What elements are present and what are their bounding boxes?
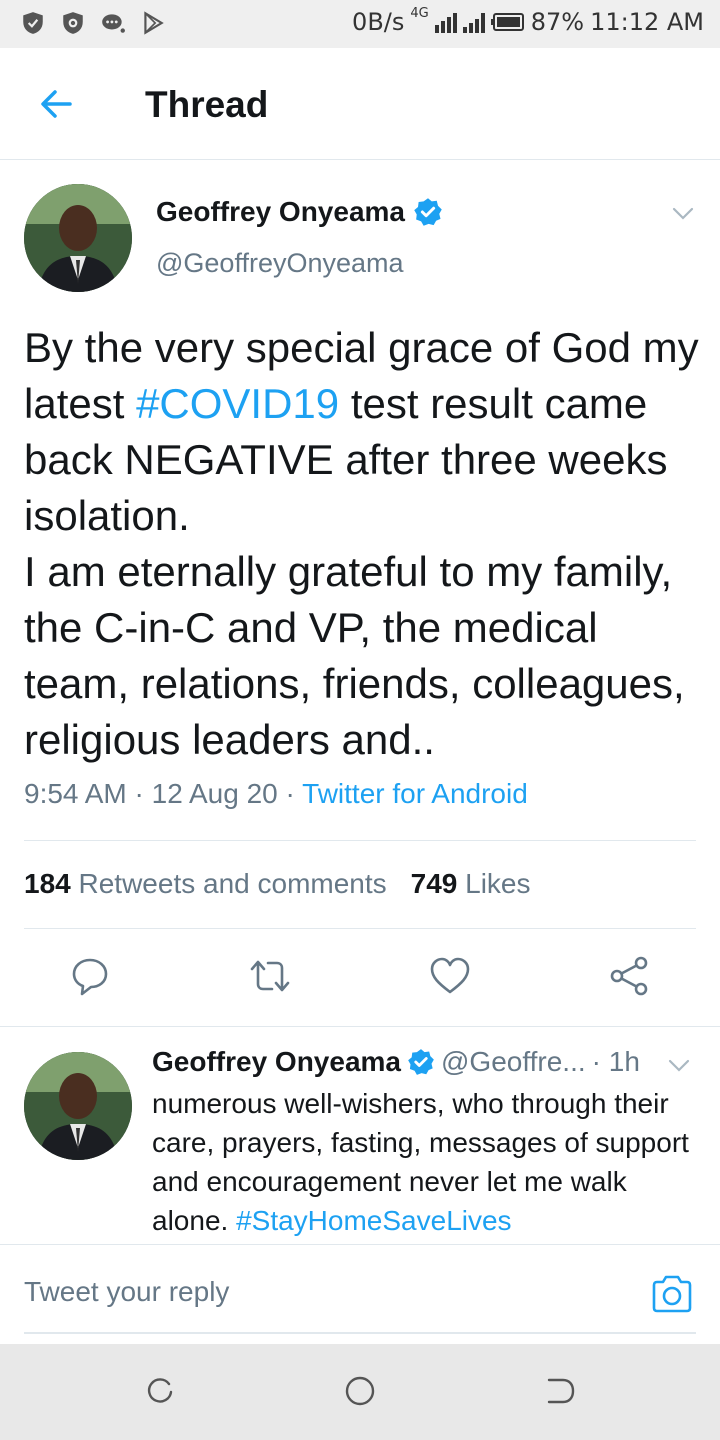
battery-icon (490, 13, 524, 31)
meta-separator: · (277, 778, 303, 809)
camera-icon[interactable] (650, 1272, 694, 1316)
chevron-down-icon[interactable] (666, 1052, 692, 1078)
system-nav-bar (0, 1344, 720, 1440)
tweet-meta: 9:54 AM · 12 Aug 20 · Twitter for Androi… (24, 778, 528, 810)
clock: 11:12 AM (590, 8, 704, 36)
retweet-icon[interactable] (248, 954, 292, 998)
divider (24, 1332, 696, 1334)
likes-stat[interactable]: 749 Likes (411, 868, 531, 900)
author-handle[interactable]: @GeoffreyOnyeama (156, 248, 404, 279)
hashtag-link[interactable]: #StayHomeSaveLives (236, 1205, 511, 1236)
status-bar: 0B/s 4G 87% 11:12 AM (0, 0, 720, 48)
retweets-label: Retweets and comments (78, 868, 387, 899)
divider (24, 840, 696, 841)
signal-icon (434, 11, 457, 33)
reply-text: numerous well-wishers, who through their… (152, 1084, 700, 1240)
chevron-down-icon[interactable] (670, 200, 696, 226)
home-icon[interactable] (343, 1374, 377, 1408)
reply-header: Geoffrey Onyeama @Geoffre... · 1h (152, 1046, 640, 1078)
reply-author-handle[interactable]: @Geoffre... (441, 1046, 586, 1078)
network-speed: 0B/s (352, 8, 405, 36)
play-store-icon (144, 11, 164, 35)
likes-label: Likes (465, 868, 531, 899)
verified-badge-icon (408, 1049, 434, 1075)
tweet-date: 12 Aug 20 (151, 778, 278, 809)
reply-time: · 1h (591, 1046, 640, 1077)
tweet-time: 9:54 AM (24, 778, 127, 809)
back-icon[interactable] (543, 1374, 577, 1408)
tweet-actions (0, 950, 720, 1010)
arrow-left-icon[interactable] (36, 84, 76, 124)
reply-author-name[interactable]: Geoffrey Onyeama (152, 1046, 401, 1078)
tweet-text: By the very special grace of God my late… (24, 320, 704, 768)
thread-header: Thread (0, 48, 720, 160)
status-right: 0B/s 4G 87% 11:12 AM (352, 6, 704, 36)
page-title: Thread (145, 84, 269, 125)
divider (0, 1026, 720, 1027)
shield-icon (23, 12, 43, 34)
likes-count: 749 (410, 868, 458, 899)
network-type: 4G (410, 6, 429, 21)
verified-badge-icon (414, 198, 442, 226)
meta-separator: · (126, 778, 152, 809)
reply-avatar[interactable] (24, 1052, 132, 1160)
signal-2-icon (462, 11, 485, 33)
divider (0, 1244, 720, 1245)
tweet-text-end: test result came back NEGATIVE after thr… (24, 380, 685, 763)
retweets-stat[interactable]: 184 Retweets and comments (24, 868, 387, 900)
tweet-source-link[interactable]: Twitter for Android (302, 778, 528, 809)
share-icon[interactable] (608, 954, 652, 998)
reply-input[interactable]: Tweet your reply (24, 1276, 229, 1308)
status-left-icons (20, 10, 166, 36)
retweets-count: 184 (24, 868, 71, 899)
author-row: Geoffrey Onyeama (156, 196, 443, 228)
tweet-stats: 184 Retweets and comments 749 Likes (24, 868, 531, 900)
hashtag-link[interactable]: #COVID19 (136, 380, 339, 427)
chat-bubble-icon (102, 14, 125, 33)
recents-icon[interactable] (143, 1374, 177, 1408)
avatar[interactable] (24, 184, 132, 292)
divider (24, 928, 696, 929)
vpn-icon (63, 12, 83, 34)
author-name[interactable]: Geoffrey Onyeama (156, 196, 405, 228)
like-icon[interactable] (428, 954, 472, 998)
reply-icon[interactable] (68, 954, 112, 998)
battery-level: 87% (530, 8, 585, 36)
